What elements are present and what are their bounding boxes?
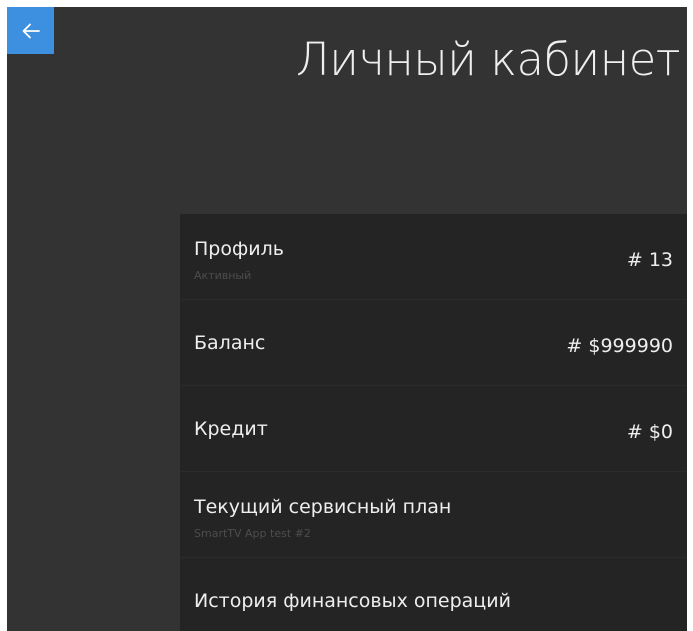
menu-item-service-plan[interactable]: Текущий сервисный план SmartTV App test … bbox=[180, 472, 687, 558]
menu-item-balance[interactable]: Баланс # $999990 bbox=[180, 300, 687, 386]
app-screen: Личный кабинет Профиль Активный # 13 Бал… bbox=[7, 7, 687, 631]
menu-item-label: Профиль bbox=[194, 238, 284, 260]
menu-item-profile[interactable]: Профиль Активный # 13 bbox=[180, 214, 687, 300]
balance-value: # $999990 bbox=[566, 335, 673, 357]
menu-item-label: Баланс bbox=[194, 332, 266, 354]
arrow-left-icon bbox=[22, 23, 40, 39]
page-title: Личный кабинет bbox=[295, 33, 681, 86]
menu-item-label: Кредит bbox=[194, 418, 268, 440]
menu-item-label: Текущий сервисный план bbox=[194, 496, 452, 518]
menu-item-credit[interactable]: Кредит # $0 bbox=[180, 386, 687, 472]
menu-item-label: История финансовых операций bbox=[194, 590, 511, 612]
credit-value: # $0 bbox=[626, 421, 673, 443]
profile-status: Активный bbox=[194, 269, 252, 282]
back-button[interactable] bbox=[7, 7, 54, 54]
account-menu: Профиль Активный # 13 Баланс # $999990 К… bbox=[180, 214, 687, 631]
service-plan-name: SmartTV App test #2 bbox=[194, 527, 311, 540]
menu-item-transaction-history[interactable]: История финансовых операций bbox=[180, 558, 687, 631]
profile-id: # 13 bbox=[626, 249, 673, 271]
